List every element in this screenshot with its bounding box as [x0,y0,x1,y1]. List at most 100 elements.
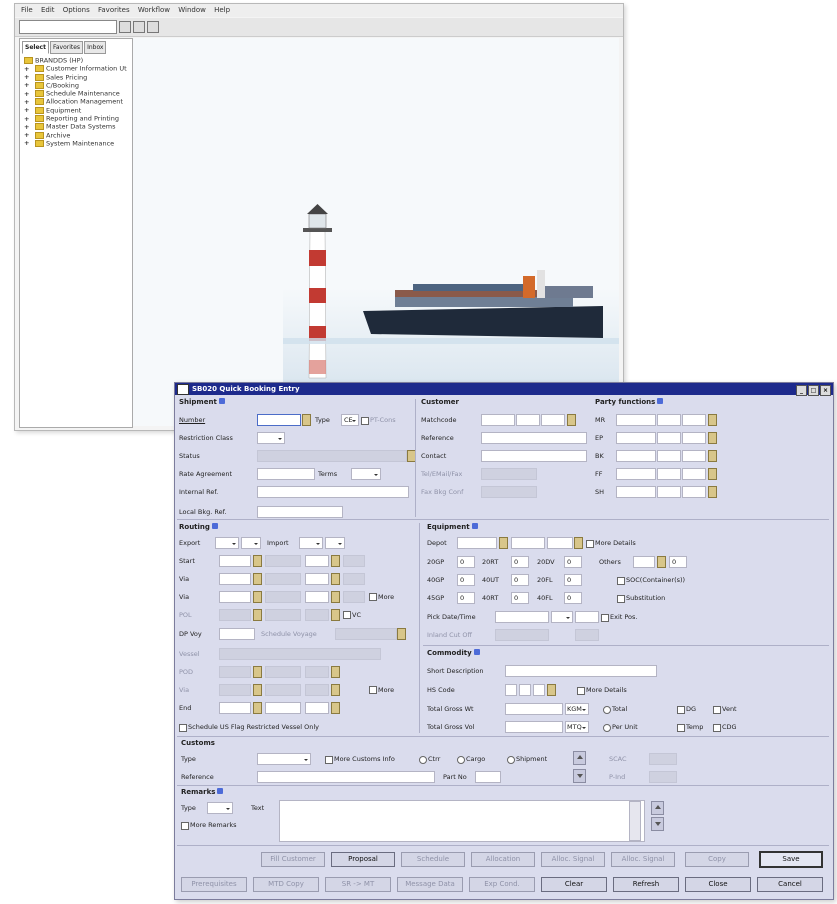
size-20rt-field[interactable]: 0 [511,556,529,568]
toolbar-arrow-icon[interactable] [119,21,131,33]
vol-unit-select[interactable]: MTQ [565,721,589,733]
vc-checkbox[interactable] [343,611,351,619]
party-ff-field-1[interactable] [616,468,656,480]
menu-edit[interactable]: Edit [41,4,55,17]
export-select-1[interactable] [215,537,239,549]
lookup-icon[interactable] [708,450,717,462]
lookup-icon[interactable] [574,537,583,549]
lookup-icon[interactable] [331,573,340,585]
start-field[interactable] [219,555,251,567]
size-20dv-field[interactable]: 0 [564,556,582,568]
ctrr-radio[interactable] [419,756,427,764]
gross-unit-select[interactable]: KGM [565,703,589,715]
minimize-icon[interactable]: _ [796,385,807,396]
shipment-radio[interactable] [507,756,515,764]
matchcode-field-1[interactable] [481,414,515,426]
proposal-button[interactable]: Proposal [331,852,395,867]
customs-type-select[interactable] [257,753,311,765]
dg-checkbox[interactable] [677,706,685,714]
lookup-icon[interactable] [708,432,717,444]
copy-button[interactable]: Copy [685,852,749,867]
party-bk-field-2[interactable] [657,450,681,462]
lookup-icon[interactable] [331,555,340,567]
start-field-2[interactable] [305,555,329,567]
party-mr-field-2[interactable] [657,414,681,426]
lookup-icon[interactable] [302,414,311,426]
hs-code-field-1[interactable] [505,684,517,696]
close-icon[interactable]: × [820,385,831,396]
type-select[interactable]: CE [341,414,359,426]
remarks-scrollbar[interactable] [629,801,641,841]
maximize-icon[interactable]: □ [808,385,819,396]
save-button[interactable]: Save [759,851,823,868]
depot-field-3[interactable] [547,537,573,549]
end-field[interactable] [219,702,251,714]
party-ep-field-3[interactable] [682,432,706,444]
fill-customer-button[interactable]: Fill Customer [261,852,325,867]
terms-select[interactable] [351,468,381,480]
more-checkbox[interactable] [369,593,377,601]
prerequisites-button[interactable]: Prerequisites [181,877,247,892]
tree-item[interactable]: + Master Data Systems [24,123,127,131]
alloc-signal-button-2[interactable]: Alloc. Signal [611,852,675,867]
depot-field-2[interactable] [511,537,545,549]
size-20gp-field[interactable]: 0 [457,556,475,568]
more-details-checkbox[interactable] [586,540,594,548]
menu-options[interactable]: Options [63,4,90,17]
pick-time-field[interactable] [575,611,599,623]
lookup-icon[interactable] [253,684,262,696]
dp-voy-field[interactable] [219,628,255,640]
exit-pos-checkbox[interactable] [601,614,609,622]
party-ff-field-3[interactable] [682,468,706,480]
schedule-button[interactable]: Schedule [401,852,465,867]
refresh-button[interactable]: Refresh [613,877,679,892]
size-45gp-field[interactable]: 0 [457,592,475,604]
lookup-icon[interactable] [253,573,262,585]
via2-field-2[interactable] [305,591,329,603]
menu-workflow[interactable]: Workflow [138,4,170,17]
customs-down-arrow-icon[interactable] [573,769,586,783]
party-sh-field-2[interactable] [657,486,681,498]
tab-inbox[interactable]: Inbox [84,41,107,54]
clear-button[interactable]: Clear [541,877,607,892]
lookup-icon[interactable] [547,684,556,696]
tree-item[interactable]: + System Maintenance [24,140,127,148]
per-unit-radio[interactable] [603,724,611,732]
party-mr-field-1[interactable] [616,414,656,426]
pick-time-select[interactable] [551,611,573,623]
lookup-icon[interactable] [253,591,262,603]
end-desc-field[interactable] [265,702,301,714]
lookup-icon[interactable] [708,414,717,426]
export-select-2[interactable] [241,537,261,549]
size-40fl-field[interactable]: 0 [564,592,582,604]
others-count-field[interactable]: 0 [669,556,687,568]
party-bk-field-1[interactable] [616,450,656,462]
vent-checkbox[interactable] [713,706,721,714]
more-checkbox-2[interactable] [369,686,377,694]
toolbar-window-icon[interactable] [147,21,159,33]
lookup-icon[interactable] [331,702,340,714]
soc-checkbox[interactable] [617,577,625,585]
pick-date-field[interactable] [495,611,549,623]
lookup-icon[interactable] [253,666,262,678]
tab-select[interactable]: Select [22,41,49,54]
number-field[interactable] [257,414,301,426]
rate-agreement-field[interactable] [257,468,315,480]
menu-help[interactable]: Help [214,4,230,17]
cancel-button[interactable]: Cancel [757,877,823,892]
total-gross-wt-field[interactable] [505,703,563,715]
matchcode-field-3[interactable] [541,414,565,426]
local-bkg-ref-field[interactable] [257,506,343,518]
remarks-up-arrow-icon[interactable] [651,801,664,815]
end-field-2[interactable] [305,702,329,714]
party-mr-field-3[interactable] [682,414,706,426]
total-gross-vol-field[interactable] [505,721,563,733]
short-description-field[interactable] [505,665,657,677]
customs-up-arrow-icon[interactable] [573,751,586,765]
lookup-icon[interactable] [253,702,262,714]
lookup-icon[interactable] [657,556,666,568]
size-40rt-field[interactable]: 0 [511,592,529,604]
contact-field[interactable] [481,450,587,462]
hs-code-field-2[interactable] [519,684,531,696]
customs-reference-field[interactable] [257,771,435,783]
